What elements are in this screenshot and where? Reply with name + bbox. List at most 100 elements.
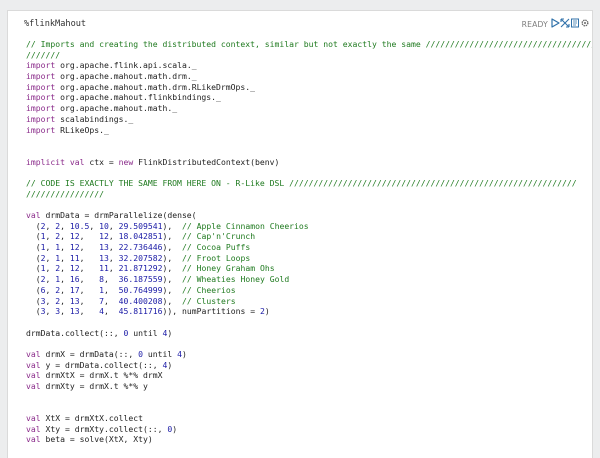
gear-icon[interactable] — [580, 18, 590, 28]
code-token-num: 50.764999 — [118, 284, 163, 295]
code-token-cm: // Apple Cinnamon Cheerios — [181, 220, 309, 231]
code-token-plain: drmXty = drmX.t %*% y — [40, 381, 148, 391]
code-token-kw: implicit val — [26, 156, 85, 167]
code-token-num: 45.811716 — [118, 306, 163, 317]
code-token-plain: ( — [26, 284, 41, 295]
code-token-num: 13 — [99, 252, 109, 263]
code-token-plain: ) — [172, 423, 178, 434]
code-token-plain: ) — [264, 306, 270, 317]
code-token-num: 22.736446 — [118, 242, 163, 253]
code-token-plain: FlinkDistributedContext(benv) — [133, 156, 280, 167]
code-token-num: 17 — [69, 284, 80, 295]
code-token-plain: , — [79, 242, 100, 253]
code-token-kw: import — [26, 92, 56, 103]
code-token-plain: org.apache.mahout.math.drm._ — [55, 71, 197, 82]
code-token-plain: ), — [162, 263, 182, 274]
code-token-plain: ctx = — [84, 156, 119, 167]
code-token-plain: ), — [162, 252, 182, 263]
code-line: (1, 2, 12, 12, 18.042851), // Cap'n'Crun… — [26, 231, 588, 242]
code-token-plain: , — [104, 284, 119, 295]
code-token-plain: , — [79, 231, 100, 242]
code-token-plain: , — [60, 220, 70, 231]
code-token-plain: drmX = drmData(::, — [40, 348, 139, 359]
code-token-plain: ( — [26, 252, 41, 263]
code-token-plain: , — [45, 242, 56, 253]
code-token-plain: ), — [162, 220, 182, 231]
book-icon[interactable] — [570, 18, 580, 28]
code-token-plain: , — [108, 242, 119, 253]
code-token-plain: , — [60, 242, 70, 253]
code-token-kw: val — [26, 434, 41, 445]
code-line: import RLikeOps._ — [26, 125, 588, 136]
code-token-plain: , — [45, 220, 56, 231]
code-token-plain: , — [108, 252, 119, 263]
code-token-plain: XtX = drmXtX.collect — [40, 413, 143, 424]
code-line: val y = drmData.collect(::, 4) — [26, 360, 588, 371]
paragraph-title[interactable]: %flinkMahout — [24, 19, 86, 29]
code-token-plain: , — [79, 284, 100, 295]
code-line: val drmData = drmParallelize(dense( — [26, 210, 588, 221]
code-token-num: 29.509541 — [118, 220, 163, 231]
code-line: import org.apache.mahout.math.drm.RLikeD… — [26, 82, 588, 93]
code-token-kw: val — [26, 210, 41, 220]
code-token-plain: , — [60, 252, 70, 263]
code-token-plain: drmXtX = drmX.t %*% drmX — [40, 370, 163, 381]
code-token-num: 12 — [99, 231, 109, 242]
code-token-plain: , — [60, 295, 70, 306]
code-token-plain: , — [104, 306, 119, 317]
paragraph-header: %flinkMahout READY — [8, 11, 592, 39]
code-token-cm: // Clusters — [181, 295, 236, 306]
code-token-plain: ), — [162, 284, 182, 295]
code-token-num: 36.187559 — [118, 274, 163, 285]
code-token-plain: org.apache.mahout.flinkbindings._ — [55, 92, 221, 103]
code-token-num: 21.871292 — [118, 263, 163, 274]
code-line: (2, 1, 11, 13, 32.207582), // Froot Loop… — [26, 253, 588, 264]
code-token-plain: , — [60, 306, 70, 317]
code-line: //////////////// — [26, 189, 588, 200]
code-line: import org.apache.mahout.flinkbindings._ — [26, 92, 588, 103]
code-token-plain: ), — [162, 242, 182, 253]
code-token-num: 13 — [99, 242, 109, 253]
code-token-cm: // Cheerios — [181, 284, 236, 295]
code-token-kw: val — [26, 359, 41, 370]
code-token-plain: RLikeOps._ — [55, 124, 109, 135]
code-token-num: 40.400208 — [118, 295, 163, 306]
code-line: import org.apache.mahout.math._ — [26, 103, 588, 114]
code-token-plain: y = drmData.collect(::, — [40, 359, 163, 370]
code-token-num: 11 — [69, 252, 80, 263]
code-token-plain: , — [60, 284, 70, 295]
collapse-icon[interactable] — [560, 18, 570, 28]
code-token-plain: , — [108, 263, 119, 274]
code-line: val XtX = drmXtX.collect — [26, 413, 588, 424]
code-token-plain: beta = solve(XtX, Xty) — [40, 434, 153, 445]
code-token-kw: val — [26, 381, 41, 391]
code-token-plain: , — [45, 306, 56, 317]
code-token-plain: , — [79, 274, 100, 285]
code-line: (1, 2, 12, 11, 21.871292), // Honey Grah… — [26, 263, 588, 274]
code-token-plain: , — [45, 231, 56, 242]
code-token-plain: , — [104, 274, 119, 285]
code-editor[interactable]: // Imports and creating the distributed … — [26, 39, 592, 458]
code-token-kw: val — [26, 348, 41, 359]
code-token-kw: import — [26, 71, 56, 82]
code-token-cm: /////// — [26, 49, 61, 60]
code-token-kw: new — [118, 156, 134, 167]
code-line: (3, 2, 13, 7, 40.400208), // Clusters — [26, 296, 588, 307]
code-token-plain: ( — [26, 274, 41, 285]
code-line: // CODE IS EXACTLY THE SAME FROM HERE ON… — [26, 178, 588, 189]
code-token-cm: // Cocoa Puffs — [181, 242, 251, 253]
code-token-num: 12 — [69, 231, 80, 242]
code-line: import org.apache.flink.api.scala._ — [26, 60, 588, 71]
run-icon[interactable] — [550, 18, 560, 28]
code-token-cm: // Froot Loops — [181, 252, 251, 263]
code-token-cm: // Cap'n'Crunch — [181, 231, 256, 242]
code-token-num: 12 — [69, 242, 80, 253]
code-token-plain: ) — [167, 359, 173, 370]
code-line: (2, 2, 10.5, 10, 29.509541), // Apple Ci… — [26, 221, 588, 232]
